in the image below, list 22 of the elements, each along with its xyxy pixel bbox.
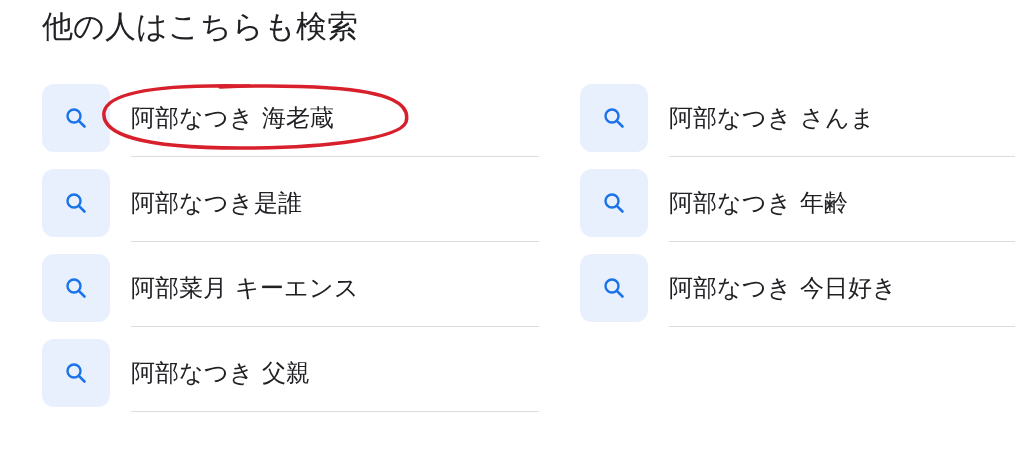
search-icon xyxy=(65,362,87,384)
suggestion-link[interactable]: 阿部なつき 父親 xyxy=(131,357,310,389)
suggestion-link[interactable]: 阿部なつき 年齢 xyxy=(669,187,848,219)
search-button[interactable] xyxy=(580,84,648,152)
search-button[interactable] xyxy=(580,169,648,237)
search-button[interactable] xyxy=(580,254,648,322)
search-icon xyxy=(603,107,625,129)
search-button[interactable] xyxy=(42,254,110,322)
search-icon xyxy=(65,107,87,129)
suggestion-link[interactable]: 阿部菜月 キーエンス xyxy=(131,272,359,304)
suggestion-link[interactable]: 阿部なつき さんま xyxy=(669,102,875,134)
search-icon xyxy=(65,192,87,214)
search-icon xyxy=(65,277,87,299)
search-button[interactable] xyxy=(42,339,110,407)
search-button[interactable] xyxy=(42,169,110,237)
suggestion-link[interactable]: 阿部なつき 今日好き xyxy=(669,272,897,304)
suggestion-link[interactable]: 阿部なつき是誰 xyxy=(131,187,302,219)
suggestion-link[interactable]: 阿部なつき 海老蔵 xyxy=(131,102,334,134)
section-title: 他の人はこちらも検索 xyxy=(42,7,359,46)
search-icon xyxy=(603,192,625,214)
search-icon xyxy=(603,277,625,299)
search-button[interactable] xyxy=(42,84,110,152)
